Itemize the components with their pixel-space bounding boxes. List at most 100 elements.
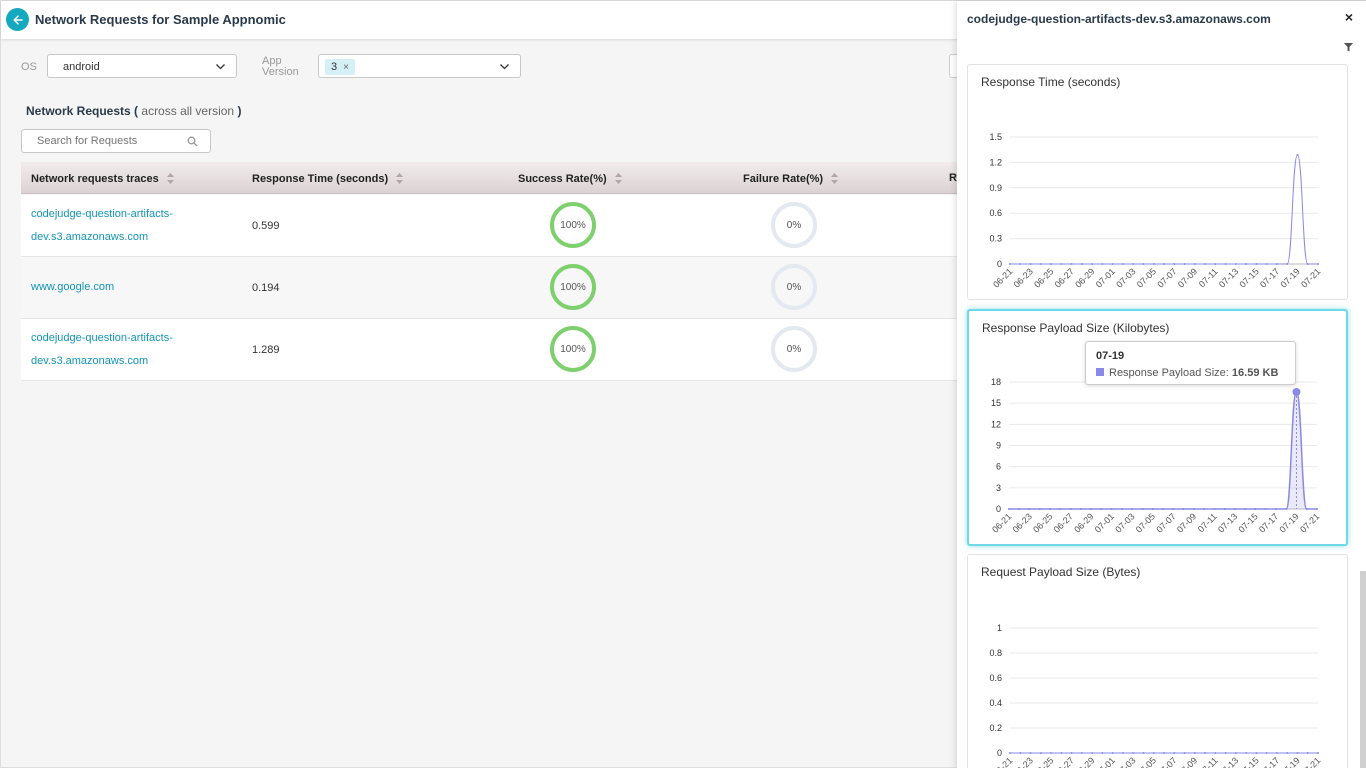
data-point[interactable] [1254,508,1257,510]
data-point[interactable] [1110,508,1113,510]
data-point[interactable] [1079,508,1082,510]
search-input[interactable] [21,129,211,153]
data-point[interactable] [1203,508,1206,510]
data-point[interactable] [1131,508,1134,510]
response-payload-chart-card[interactable]: Response Payload Size (Kilobytes) 0 3 6 9 12… [967,309,1348,546]
data-point[interactable] [1245,752,1248,754]
data-point[interactable] [1305,508,1308,510]
data-point[interactable] [1286,263,1289,265]
filter-icon[interactable] [1344,43,1353,52]
data-point[interactable] [1080,263,1083,265]
back-button[interactable] [6,8,29,31]
data-point[interactable] [1162,508,1164,510]
data-point[interactable] [1008,508,1010,510]
data-point[interactable] [1286,752,1289,754]
data-point[interactable] [1038,508,1041,510]
data-point[interactable] [1163,263,1165,265]
data-point[interactable] [1224,752,1227,754]
data-point[interactable] [1317,263,1319,265]
data-point[interactable] [1182,508,1185,510]
data-point[interactable] [1142,752,1145,754]
data-point[interactable] [1255,263,1258,265]
data-point[interactable] [1091,263,1094,265]
data-point[interactable] [1070,263,1073,265]
data-point[interactable] [1019,752,1022,754]
data-point[interactable] [1234,752,1237,754]
data-point[interactable] [1172,508,1175,510]
data-point[interactable] [1183,752,1186,754]
data-point[interactable] [1245,263,1248,265]
panel-scrollbar[interactable] [1360,571,1366,768]
data-point[interactable] [1233,508,1236,510]
data-point[interactable] [1192,508,1195,510]
data-point[interactable] [1120,508,1123,510]
data-point[interactable] [1274,508,1277,510]
data-point[interactable] [1029,263,1032,265]
data-point[interactable] [1019,263,1022,265]
data-point[interactable] [1265,263,1268,265]
data-point[interactable] [1141,508,1144,510]
data-point[interactable] [1152,752,1155,754]
trace-link[interactable]: codejudge-question-artifacts- dev.s3.ama… [31,327,201,373]
data-point[interactable] [1193,263,1196,265]
data-point[interactable] [1090,508,1093,510]
trace-link[interactable]: www.google.com [31,276,201,299]
data-point[interactable] [1080,752,1083,754]
data-point[interactable] [1059,508,1062,510]
data-point[interactable] [1234,263,1237,265]
data-point[interactable] [1204,263,1207,265]
remove-tag-icon[interactable]: × [343,62,349,73]
data-point[interactable] [1264,508,1267,510]
data-point[interactable] [1173,263,1176,265]
data-point[interactable] [1039,752,1042,754]
data-point[interactable] [1296,153,1299,156]
os-select[interactable]: android [47,54,237,78]
data-point[interactable] [1152,263,1155,265]
data-point[interactable] [1039,263,1042,265]
data-point[interactable] [1204,752,1207,754]
data-point[interactable] [1214,263,1217,265]
data-point[interactable] [1213,508,1216,510]
data-point[interactable] [1050,752,1053,754]
data-point[interactable] [1296,752,1299,754]
data-point[interactable] [1111,263,1114,265]
data-point[interactable] [1132,263,1135,265]
app-version-select[interactable]: 3 × [318,54,521,78]
data-point[interactable] [1275,263,1278,265]
data-point[interactable] [1091,752,1094,754]
data-point[interactable] [1100,508,1103,510]
data-point[interactable] [1121,752,1124,754]
data-point[interactable] [1317,752,1319,754]
data-point[interactable] [1060,263,1063,265]
data-point[interactable] [1101,752,1104,754]
data-point[interactable] [1223,508,1226,510]
data-point[interactable] [1275,752,1278,754]
data-point[interactable] [1028,508,1031,510]
data-point[interactable] [1132,752,1135,754]
column-header-traces[interactable]: Network requests traces [31,172,175,185]
data-point[interactable] [1060,752,1063,754]
data-point[interactable] [1142,263,1145,265]
data-point[interactable] [1255,752,1258,754]
data-point[interactable] [1111,752,1114,754]
trace-link[interactable]: codejudge-question-artifacts- dev.s3.ama… [31,203,201,249]
data-point[interactable] [1193,752,1196,754]
data-point[interactable] [1049,508,1052,510]
data-point[interactable] [1224,263,1227,265]
column-header-response-time[interactable]: Response Time (seconds) [252,172,404,185]
data-point[interactable] [1018,508,1021,510]
data-point[interactable] [1029,752,1032,754]
close-icon[interactable]: × [1345,9,1353,25]
data-point[interactable] [1306,263,1309,265]
data-point[interactable] [1163,752,1165,754]
data-point[interactable] [1101,263,1104,265]
data-point[interactable] [1121,263,1124,265]
data-point[interactable] [1069,508,1072,510]
data-point[interactable] [1265,752,1268,754]
data-point[interactable] [1050,263,1053,265]
data-point[interactable] [1183,263,1186,265]
data-point[interactable] [1070,752,1073,754]
data-point[interactable] [1009,752,1011,754]
column-header-failure-rate[interactable]: Failure Rate(%) [743,172,839,185]
data-point[interactable] [1244,508,1247,510]
